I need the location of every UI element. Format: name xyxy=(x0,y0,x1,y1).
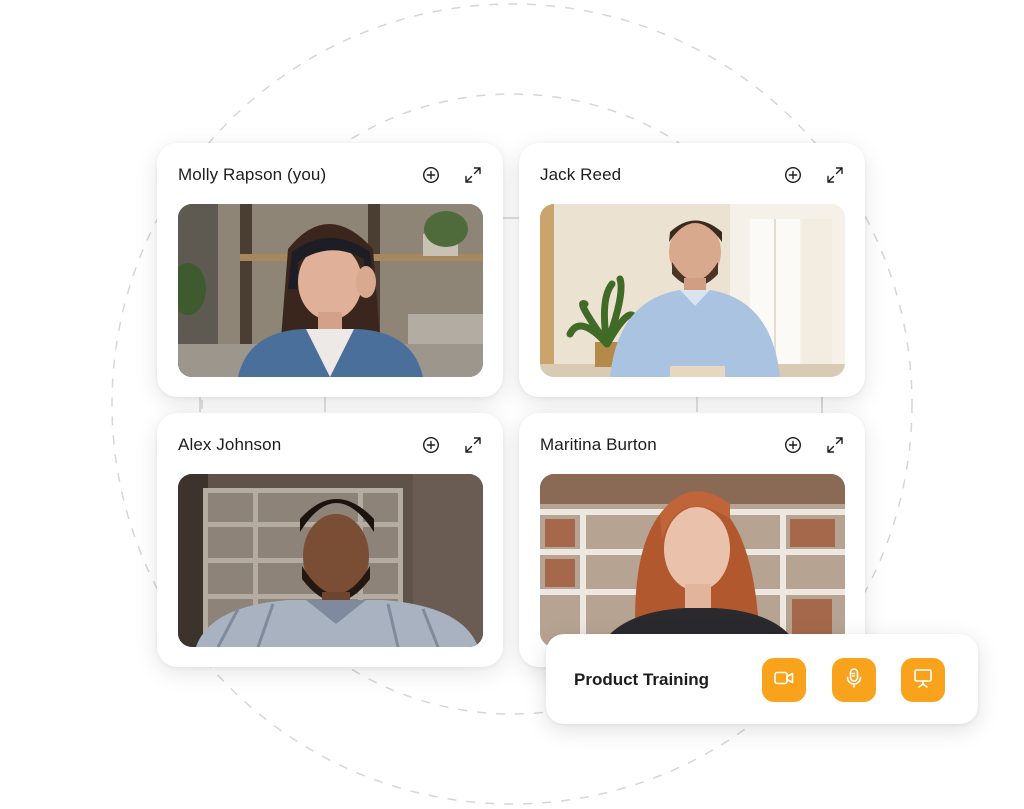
meeting-title: Product Training xyxy=(574,670,710,689)
add-circle-icon[interactable] xyxy=(419,433,443,457)
participant-tile-jack: Jack Reed xyxy=(519,143,865,397)
participant-tile-maritina: Maritina Burton xyxy=(519,413,865,667)
screen-share-button[interactable] xyxy=(901,658,945,702)
expand-icon[interactable] xyxy=(823,433,847,457)
participant-name: Alex Johnson xyxy=(178,435,282,454)
expand-icon[interactable] xyxy=(461,163,485,187)
video-feed xyxy=(178,204,483,377)
microphone-toggle-button[interactable] xyxy=(832,658,876,702)
add-circle-icon[interactable] xyxy=(781,163,805,187)
add-circle-icon[interactable] xyxy=(781,433,805,457)
participant-name: Molly Rapson (you) xyxy=(178,165,327,184)
video-toggle-button[interactable] xyxy=(762,658,806,702)
video-feed xyxy=(178,474,483,647)
screen-share-icon xyxy=(911,666,935,695)
participant-name: Jack Reed xyxy=(540,165,622,184)
participant-name: Maritina Burton xyxy=(540,435,657,454)
video-feed xyxy=(540,204,845,377)
participant-tile-molly: Molly Rapson (you) xyxy=(157,143,503,397)
video-camera-icon xyxy=(772,666,796,695)
expand-icon[interactable] xyxy=(461,433,485,457)
microphone-icon xyxy=(842,666,866,695)
expand-icon[interactable] xyxy=(823,163,847,187)
participant-tile-alex: Alex Johnson xyxy=(157,413,503,667)
meeting-toolbar: Product Training xyxy=(546,634,978,724)
add-circle-icon[interactable] xyxy=(419,163,443,187)
video-feed xyxy=(540,474,845,647)
